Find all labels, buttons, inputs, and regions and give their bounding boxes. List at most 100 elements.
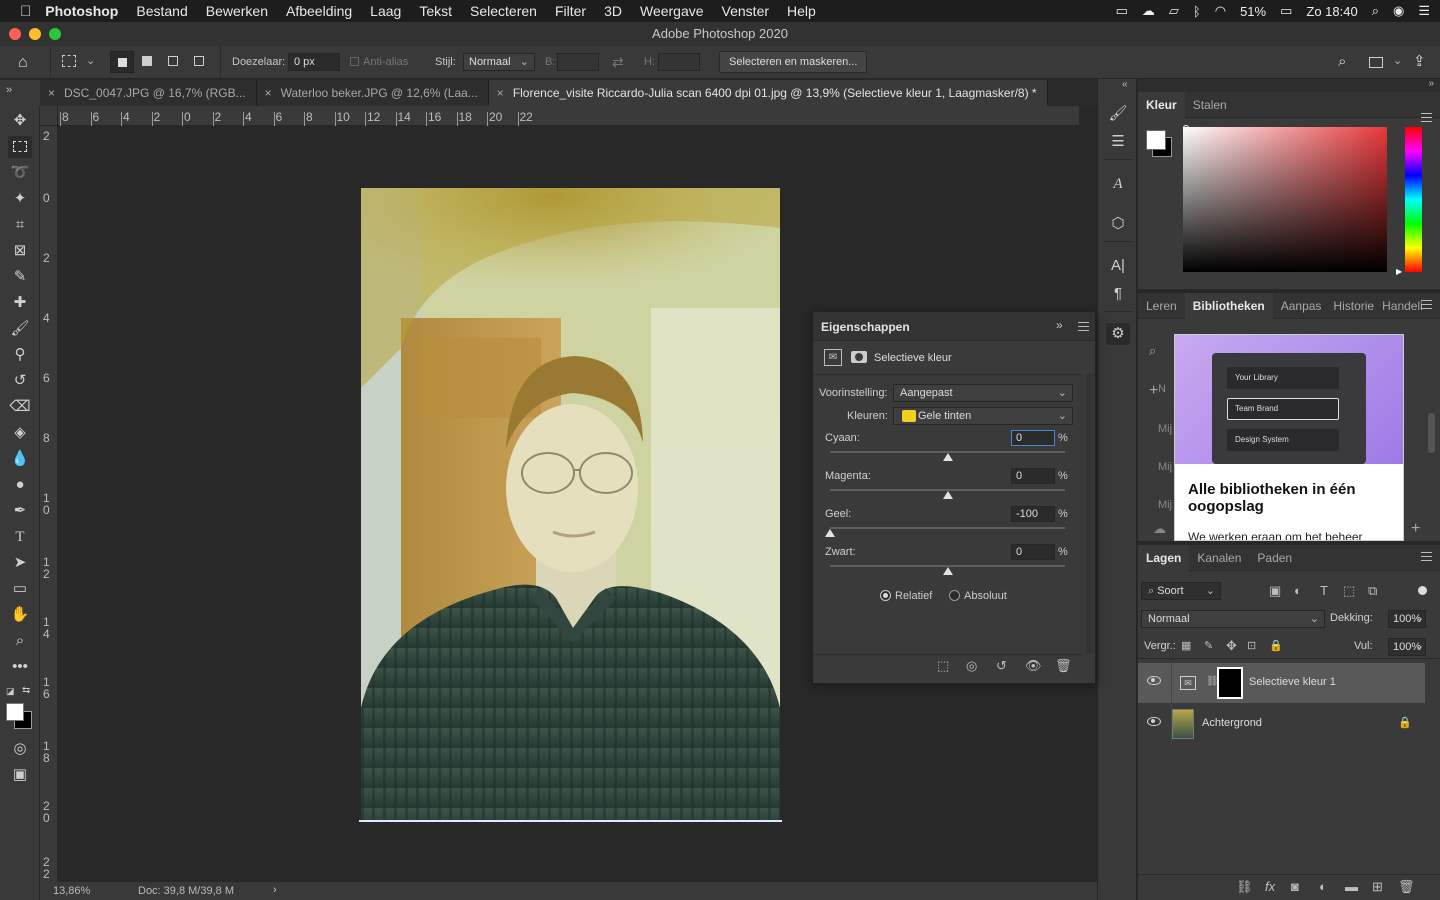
ruler-origin[interactable] — [40, 106, 58, 126]
panel-menu-icon[interactable] — [1421, 113, 1432, 122]
add-mask-icon[interactable]: ◙ — [1291, 879, 1299, 894]
tab-waterloo[interactable]: × Waterloo beker.JPG @ 12,6% (Laa... — [256, 80, 489, 106]
clone-stamp-tool-icon[interactable]: ⚲ — [8, 344, 32, 366]
menu-app-name[interactable]: Photoshop — [45, 3, 118, 19]
tab-historie[interactable]: Historie — [1329, 293, 1378, 319]
healing-brush-tool-icon[interactable]: ✚ — [8, 292, 32, 314]
menu-selecteren[interactable]: Selecteren — [470, 3, 537, 19]
library-list-item[interactable]: Mij — [1158, 423, 1172, 435]
zoom-level[interactable]: 13,86% — [53, 885, 90, 897]
3d-cube-icon[interactable]: ⬡ — [1106, 213, 1130, 235]
menu-venster[interactable]: Venster — [722, 3, 769, 19]
black-input[interactable]: 0 — [1011, 544, 1055, 560]
add-selection-icon[interactable] — [142, 56, 152, 66]
apple-icon[interactable]:  — [20, 3, 31, 20]
properties-panel-icon[interactable]: ⚙ — [1106, 323, 1130, 345]
scrollbar-thumb[interactable] — [1428, 413, 1435, 453]
magic-wand-tool-icon[interactable]: ✦ — [8, 188, 32, 210]
document-image[interactable] — [361, 188, 780, 821]
colors-select[interactable]: Gele tinten ⌄ — [893, 407, 1073, 425]
subtract-selection-icon[interactable] — [168, 56, 178, 66]
brush-tool-icon[interactable]: 🖌 — [8, 318, 32, 340]
clock[interactable]: Zo 18:40 — [1306, 4, 1357, 19]
filter-toggle[interactable] — [1418, 586, 1427, 595]
glyphs-icon[interactable]: A — [1106, 173, 1130, 195]
menu-laag[interactable]: Laag — [370, 3, 401, 19]
layer-name[interactable]: Achtergrond — [1202, 717, 1262, 729]
fg-color-swatch[interactable] — [1146, 130, 1166, 150]
absolute-radio[interactable] — [949, 590, 960, 601]
filter-adjustment-icon[interactable]: ◐ — [1294, 583, 1302, 598]
collapse-panels-icon[interactable]: « — [1122, 79, 1128, 90]
brush-settings-icon[interactable]: 🖌 — [1106, 103, 1130, 125]
menu-tekst[interactable]: Tekst — [419, 3, 452, 19]
relative-radio[interactable] — [880, 590, 891, 601]
search-icon[interactable]: ⌕ — [1338, 53, 1346, 70]
feather-input[interactable]: 0 px — [288, 53, 340, 71]
layer-filter-select[interactable]: ⌕ Soort ⌄ — [1141, 582, 1221, 600]
battery-icon[interactable]: ▭ — [1280, 3, 1292, 19]
blend-mode-select[interactable]: Normaal ⌄ — [1141, 610, 1325, 628]
workspace-icon[interactable] — [1369, 57, 1383, 68]
eyedropper-tool-icon[interactable]: ✎ — [8, 266, 32, 288]
lock-artboard-icon[interactable]: ⊡ — [1247, 639, 1256, 652]
swap-icon[interactable]: ⇄ — [612, 54, 624, 71]
trash-icon[interactable]: 🗑 — [1398, 879, 1415, 895]
tab-stalen[interactable]: Stalen — [1185, 92, 1235, 118]
new-selection-button[interactable] — [110, 51, 134, 73]
yellow-slider-track[interactable] — [830, 527, 1065, 529]
menu-bewerken[interactable]: Bewerken — [206, 3, 268, 19]
mask-icon[interactable] — [851, 351, 867, 363]
menu-filter[interactable]: Filter — [555, 3, 586, 19]
layer-row-selective-color[interactable]: ✉ ⛓ Selectieve kleur 1 — [1138, 663, 1425, 703]
collapse-toolbar-icon[interactable]: » — [6, 84, 12, 96]
cloud-icon[interactable]: ☁ — [1153, 521, 1166, 537]
collapse-panel-icon[interactable]: » — [1428, 78, 1434, 89]
filter-smartobject-icon[interactable]: ⧉ — [1368, 583, 1377, 599]
clip-to-layer-icon[interactable]: ⬚ — [937, 658, 949, 674]
trash-icon[interactable]: 🗑 — [1055, 658, 1072, 674]
library-list-item[interactable]: Mij — [1158, 461, 1172, 473]
fx-icon[interactable]: fx — [1265, 879, 1275, 894]
filter-pixel-icon[interactable]: ▣ — [1269, 583, 1281, 599]
yellow-input[interactable]: -100 — [1011, 506, 1055, 522]
display-icon[interactable]: ▭ — [1116, 3, 1128, 19]
tab-dsc0047[interactable]: × DSC_0047.JPG @ 16,7% (RGB... — [40, 80, 257, 106]
blur-tool-icon[interactable]: 💧 — [8, 448, 32, 470]
quick-mask-icon[interactable]: ◎ — [8, 738, 32, 760]
cyan-input[interactable]: 0 — [1011, 430, 1055, 446]
filter-type-icon[interactable]: T — [1320, 583, 1328, 598]
menu-weergave[interactable]: Weergave — [640, 3, 704, 19]
paragraph-icon[interactable]: ¶ — [1106, 283, 1130, 305]
layer-row-background[interactable]: Achtergrond 🔒 — [1138, 704, 1425, 744]
properties-scrollbar[interactable] — [1086, 374, 1094, 654]
menu-afbeelding[interactable]: Afbeelding — [286, 3, 352, 19]
wifi-icon[interactable]: ◠ — [1215, 3, 1226, 19]
tab-florence[interactable]: × Florence_visite Riccardo-Julia scan 640… — [488, 80, 1048, 106]
panel-menu-icon[interactable] — [1078, 322, 1089, 331]
notification-center-icon[interactable]: ☰ — [1418, 3, 1430, 19]
style-select[interactable]: Normaal ⌄ — [463, 53, 535, 71]
link-layers-icon[interactable]: ⛓ — [1236, 879, 1253, 895]
yellow-slider-thumb[interactable] — [825, 529, 835, 537]
tab-aanpassingen[interactable]: Aanpas — [1273, 293, 1330, 319]
libraries-promo-card[interactable]: Your Library Team Brand Design System Al… — [1174, 334, 1404, 541]
toggle-visibility-icon[interactable]: 👁 — [1025, 658, 1042, 674]
menu-3d[interactable]: 3D — [604, 3, 622, 19]
more-tools-icon[interactable]: ••• — [8, 656, 32, 678]
lock-position-icon[interactable]: ✥ — [1226, 638, 1237, 654]
select-and-mask-button[interactable]: Selecteren en maskeren... — [719, 51, 868, 73]
creative-cloud-icon[interactable]: ☁ — [1142, 3, 1155, 19]
siri-icon[interactable]: ◉ — [1393, 3, 1404, 19]
path-selection-tool-icon[interactable]: ➤ — [8, 552, 32, 574]
hand-tool-icon[interactable]: ✋ — [8, 604, 32, 626]
layer-name[interactable]: Selectieve kleur 1 — [1249, 676, 1336, 688]
chevron-down-icon[interactable]: ⌄ — [1415, 611, 1424, 624]
hue-slider[interactable] — [1405, 127, 1422, 272]
close-tab-icon[interactable]: × — [497, 86, 504, 100]
lock-all-icon[interactable]: 🔒 — [1269, 639, 1283, 652]
preset-select[interactable]: Aangepast ⌄ — [893, 384, 1073, 402]
color-field[interactable] — [1183, 127, 1387, 272]
layer-mask-thumbnail[interactable] — [1217, 667, 1243, 699]
hue-slider-thumb[interactable]: ▶ — [1396, 267, 1402, 276]
